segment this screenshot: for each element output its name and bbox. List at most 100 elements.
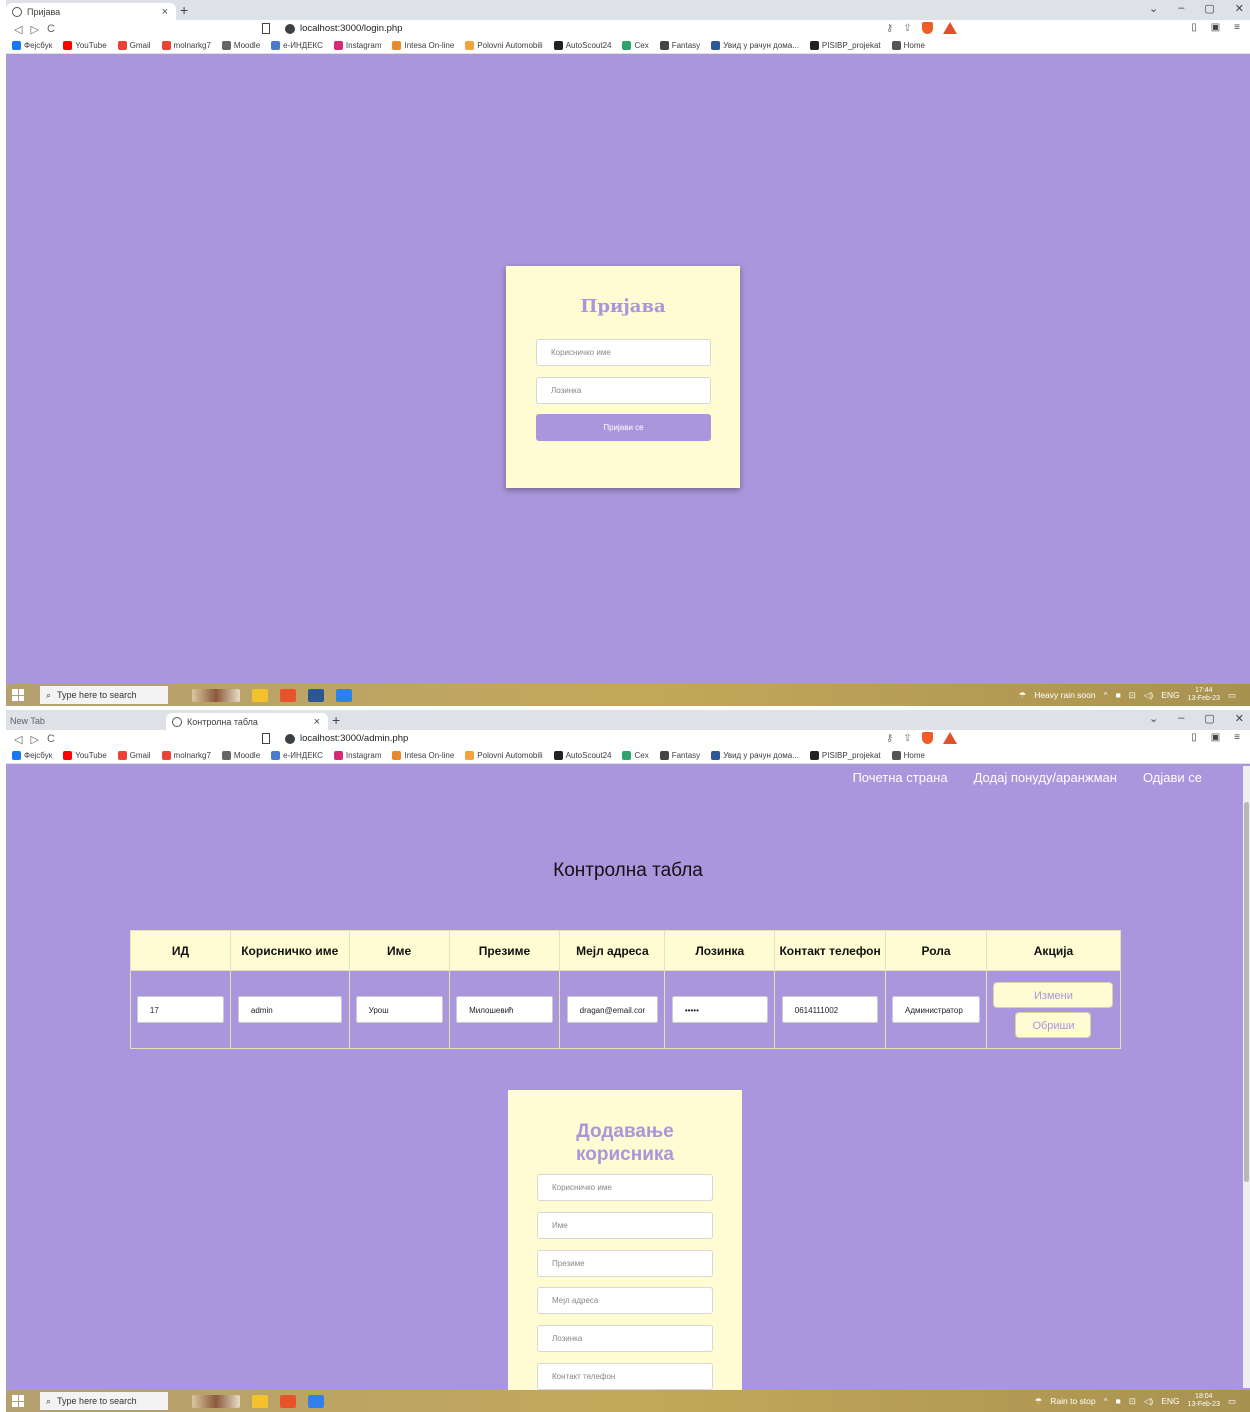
- bookmark-item[interactable]: molnarkg7: [161, 751, 211, 760]
- first-name-input[interactable]: Урош: [355, 996, 443, 1023]
- add-first-name-field[interactable]: Име: [537, 1212, 713, 1239]
- weather-text[interactable]: Heavy rain soon: [1034, 690, 1095, 700]
- login-button[interactable]: Пријави се: [536, 414, 711, 441]
- file-explorer-icon[interactable]: [252, 1394, 268, 1408]
- key-icon[interactable]: ⚷: [886, 733, 893, 744]
- id-input[interactable]: 17: [136, 996, 224, 1023]
- add-phone-field[interactable]: Контакт телефон: [537, 1363, 713, 1390]
- bookmark-item[interactable]: Gmail: [117, 41, 151, 50]
- password-field[interactable]: Лозинка: [536, 377, 711, 404]
- page-scrollbar[interactable]: [1243, 766, 1250, 1388]
- nav-home-link[interactable]: Почетна страна: [852, 770, 947, 785]
- nav-logout-link[interactable]: Одјави се: [1143, 770, 1202, 785]
- network-icon[interactable]: ⊡: [1129, 1396, 1136, 1407]
- restore-icon[interactable]: ▢: [1204, 712, 1214, 725]
- bookmark-item[interactable]: molnarkg7: [161, 41, 211, 50]
- bookmark-item[interactable]: Polovni Automobili: [465, 751, 543, 760]
- network-icon[interactable]: ⊡: [1129, 690, 1136, 701]
- username-input[interactable]: admin: [237, 996, 342, 1023]
- bookmark-item[interactable]: е-ИНДЕКС: [271, 751, 323, 760]
- bookmark-item[interactable]: Moodle: [221, 41, 260, 50]
- back-icon[interactable]: ◁: [14, 23, 22, 36]
- bookmark-item[interactable]: Увид у рачун дома...: [711, 41, 799, 50]
- bookmark-item[interactable]: Увид у рачун дома...: [711, 751, 799, 760]
- url-field[interactable]: localhost:3000/admin.php: [300, 733, 408, 744]
- volume-icon[interactable]: ◁): [1144, 690, 1153, 701]
- minimize-icon[interactable]: –: [1178, 2, 1184, 15]
- add-password-field[interactable]: Лозинка: [537, 1325, 713, 1352]
- tab-login[interactable]: Пријава ×: [6, 3, 176, 20]
- username-field[interactable]: Корисничко име: [536, 339, 711, 366]
- nav-add-offer-link[interactable]: Додај понуду/аранжман: [974, 770, 1117, 785]
- file-explorer-icon[interactable]: [252, 688, 268, 702]
- wallet-icon[interactable]: ▣: [1211, 732, 1220, 743]
- tab-admin[interactable]: Контролна табла ×: [166, 713, 328, 730]
- word-icon[interactable]: [308, 688, 324, 702]
- bookmark-item[interactable]: Moodle: [221, 751, 260, 760]
- edit-button[interactable]: Измени: [993, 981, 1114, 1008]
- site-info-icon[interactable]: [285, 24, 295, 34]
- sidebar-icon[interactable]: ▯: [1191, 22, 1197, 33]
- volume-icon[interactable]: ◁): [1144, 1396, 1153, 1407]
- scrollbar-thumb[interactable]: [1244, 802, 1249, 1182]
- notifications-icon[interactable]: ▭: [1228, 690, 1236, 701]
- reload-icon[interactable]: C: [47, 23, 55, 35]
- taskbar-search[interactable]: ⌕ Type here to search: [40, 686, 168, 704]
- vscode-icon[interactable]: [308, 1394, 324, 1408]
- language-indicator[interactable]: ENG: [1161, 690, 1179, 700]
- bookmark-item[interactable]: Fantasy: [659, 41, 700, 50]
- brave-shield-icon[interactable]: [921, 732, 933, 744]
- forward-icon[interactable]: ▷: [30, 733, 38, 746]
- last-name-input[interactable]: Милошевић: [456, 996, 553, 1023]
- tab-search-icon[interactable]: ⌄: [1149, 2, 1158, 15]
- close-tab-icon[interactable]: ×: [162, 6, 168, 18]
- bookmark-item[interactable]: Intesa On-line: [392, 41, 454, 50]
- close-tab-icon[interactable]: ×: [314, 716, 320, 728]
- password-input[interactable]: •••••: [671, 996, 768, 1023]
- share-icon[interactable]: ⇪: [903, 733, 911, 744]
- bookmark-item[interactable]: PISIBP_projekat: [809, 41, 881, 50]
- bookmark-item[interactable]: Home: [891, 751, 925, 760]
- site-info-icon[interactable]: [285, 734, 295, 744]
- new-tab-button[interactable]: +: [332, 712, 340, 728]
- tray-chevron-icon[interactable]: ^: [1104, 1396, 1108, 1406]
- tray-chevron-icon[interactable]: ^: [1104, 690, 1108, 700]
- vscode-icon[interactable]: [336, 688, 352, 702]
- brave-rewards-icon[interactable]: [942, 732, 957, 744]
- bookmark-icon[interactable]: [262, 23, 270, 34]
- restore-icon[interactable]: ▢: [1204, 2, 1214, 15]
- weather-text[interactable]: Rain to stop: [1050, 1396, 1095, 1406]
- tab-new-tab[interactable]: New Tab: [10, 716, 45, 726]
- wallet-icon[interactable]: ▣: [1211, 22, 1220, 33]
- add-last-name-field[interactable]: Презиме: [537, 1250, 713, 1277]
- bookmark-item[interactable]: Cex: [622, 41, 649, 50]
- bookmark-item[interactable]: Instagram: [333, 41, 381, 50]
- bookmark-item[interactable]: Instagram: [333, 751, 381, 760]
- bookmark-item[interactable]: AutoScout24: [553, 751, 611, 760]
- phone-input[interactable]: 0614111002: [781, 996, 879, 1023]
- clock[interactable]: 18:04 13-Feb-23: [1188, 1393, 1220, 1409]
- minimize-icon[interactable]: –: [1178, 712, 1184, 725]
- windows-start-icon[interactable]: [12, 689, 24, 701]
- brave-shield-icon[interactable]: [921, 22, 933, 34]
- close-window-icon[interactable]: ✕: [1235, 2, 1244, 15]
- close-window-icon[interactable]: ✕: [1235, 712, 1244, 725]
- bookmark-item[interactable]: Фејсбук: [12, 751, 52, 760]
- brave-icon[interactable]: [280, 688, 296, 702]
- notifications-icon[interactable]: ▭: [1228, 1396, 1236, 1407]
- bookmark-item[interactable]: Intesa On-line: [392, 751, 454, 760]
- key-icon[interactable]: ⚷: [886, 23, 893, 34]
- clock[interactable]: 17:44 13-Feb-23: [1188, 687, 1220, 703]
- email-input[interactable]: dragan@email.cor: [566, 996, 659, 1023]
- forward-icon[interactable]: ▷: [30, 23, 38, 36]
- back-icon[interactable]: ◁: [14, 733, 22, 746]
- language-indicator[interactable]: ENG: [1161, 1396, 1179, 1406]
- share-icon[interactable]: ⇪: [903, 23, 911, 34]
- add-email-field[interactable]: Мејл адреса: [537, 1287, 713, 1314]
- bookmark-item[interactable]: AutoScout24: [553, 41, 611, 50]
- menu-icon[interactable]: ≡: [1234, 732, 1240, 743]
- bookmark-icon[interactable]: [262, 733, 270, 744]
- new-tab-button[interactable]: +: [180, 2, 188, 18]
- sidebar-icon[interactable]: ▯: [1191, 732, 1197, 743]
- bookmark-item[interactable]: Фејсбук: [12, 41, 52, 50]
